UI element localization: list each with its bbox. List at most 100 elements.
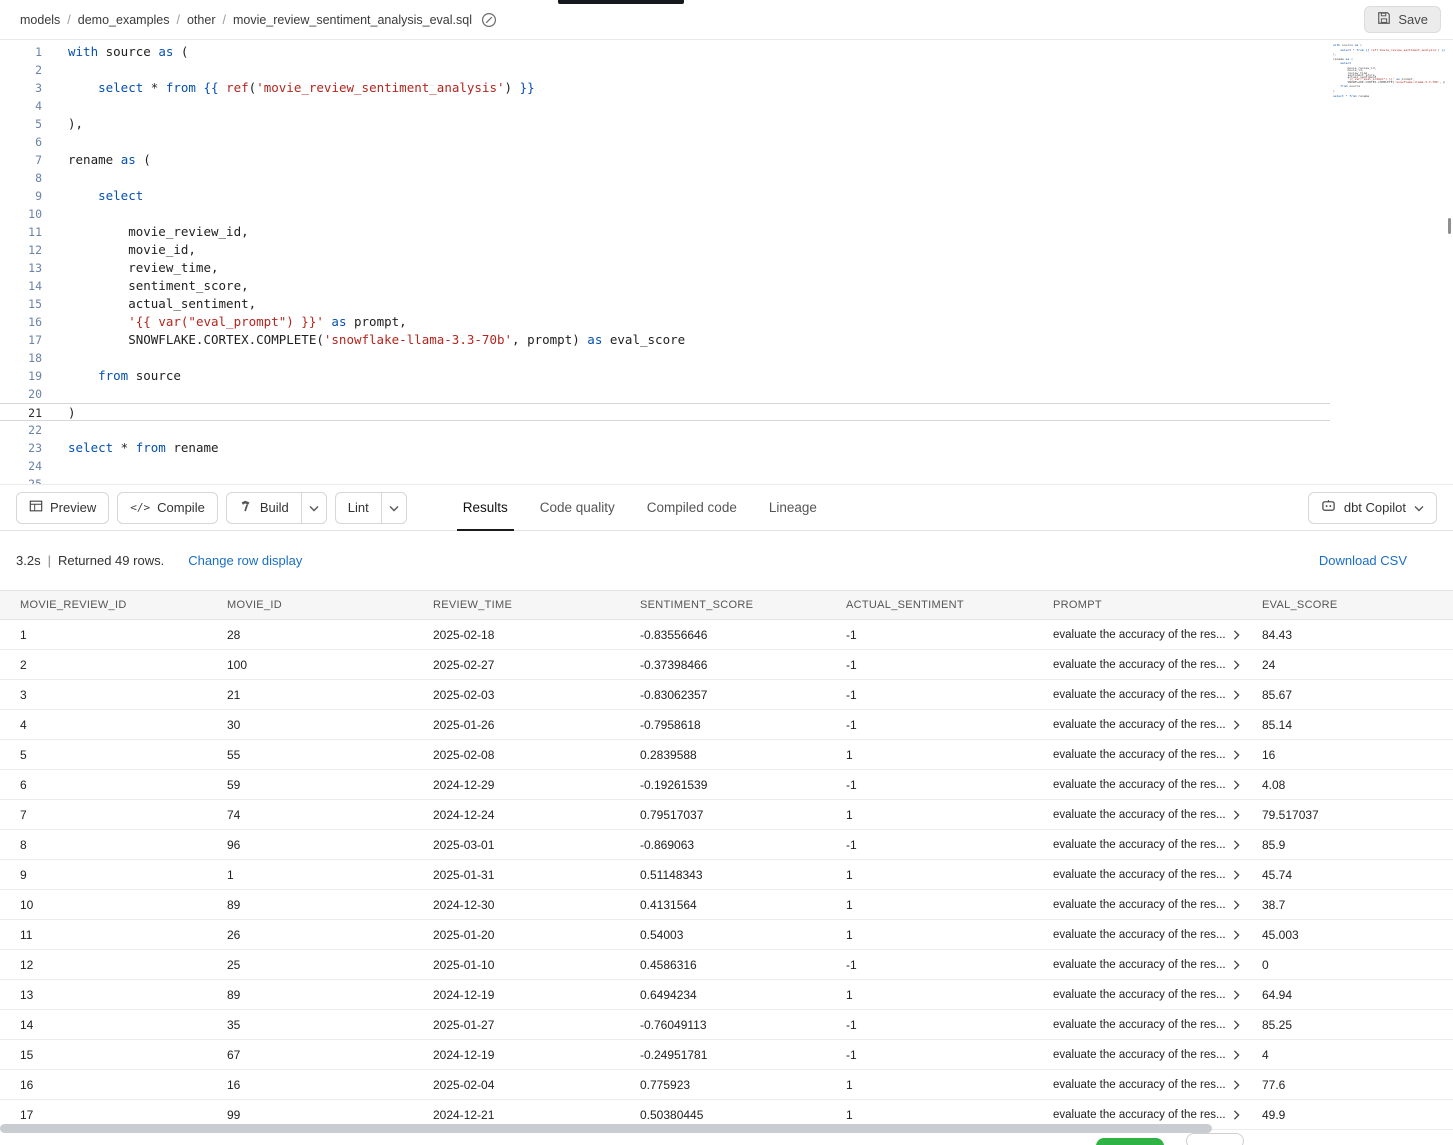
tab-lineage[interactable]: Lineage [753,485,833,530]
code-lines[interactable]: 1with source as (2 3 select * from {{ re… [0,43,1453,485]
column-header-prompt[interactable]: PROMPT [1033,599,1242,611]
bottom-green-button-partial[interactable] [1096,1138,1164,1145]
code-line[interactable]: 9 select [0,187,1453,205]
code-line[interactable]: 12 movie_id, [0,241,1453,259]
lint-button[interactable]: Lint [335,492,381,524]
lint-dropdown-button[interactable] [381,492,407,524]
chevron-right-icon[interactable] [1233,960,1240,970]
tab-code-quality[interactable]: Code quality [524,485,631,530]
breadcrumb-item[interactable]: other [187,13,216,27]
chevron-right-icon[interactable] [1233,810,1240,820]
cell-sentiment_score: 0.775923 [620,1078,826,1092]
tab-results[interactable]: Results [447,485,524,530]
column-header-sentiment_score[interactable]: SENTIMENT_SCORE [620,599,826,611]
column-header-actual_sentiment[interactable]: ACTUAL_SENTIMENT [826,599,1033,611]
code-line[interactable]: 23select * from rename [0,439,1453,457]
column-header-eval_score[interactable]: EVAL_SCORE [1242,599,1453,611]
chevron-right-icon[interactable] [1233,930,1240,940]
code-line[interactable]: 2 [0,61,1453,79]
chevron-right-icon[interactable] [1233,780,1240,790]
cell-sentiment_score: 0.4586316 [620,958,826,972]
code-line[interactable]: 5), [0,115,1453,133]
build-dropdown-button[interactable] [301,492,327,524]
bottom-white-button-partial[interactable] [1186,1133,1244,1145]
chevron-right-icon[interactable] [1233,840,1240,850]
code-line[interactable]: 24 [0,457,1453,475]
copilot-button-label: dbt Copilot [1344,500,1406,515]
cell-movie_id: 99 [207,1108,413,1122]
code-line[interactable]: 10 [0,205,1453,223]
chevron-right-icon[interactable] [1233,720,1240,730]
code-line[interactable]: 15 actual_sentiment, [0,295,1453,313]
build-button[interactable]: Build [226,492,301,524]
cell-eval_score: 49.9 [1242,1108,1453,1122]
code-line[interactable]: 22 [0,421,1453,439]
horizontal-scrollbar[interactable] [0,1124,1212,1133]
line-number: 25 [0,475,42,485]
code-line-text [42,385,76,403]
code-line[interactable]: 13 review_time, [0,259,1453,277]
chevron-right-icon[interactable] [1233,690,1240,700]
line-number: 12 [0,241,42,259]
chevron-right-icon[interactable] [1233,750,1240,760]
cell-sentiment_score: -0.19261539 [620,778,826,792]
code-line[interactable]: 21) [0,403,1330,421]
minimap[interactable]: with source as ( select * from {{ ref('m… [1333,44,1445,101]
save-button[interactable]: Save [1364,6,1441,33]
cell-movie_review_id: 5 [0,748,207,762]
chevron-right-icon[interactable] [1233,1110,1240,1120]
cell-actual_sentiment: -1 [826,658,1033,672]
cell-eval_score: 85.67 [1242,688,1453,702]
column-header-movie_id[interactable]: MOVIE_ID [207,599,413,611]
change-row-display-link[interactable]: Change row display [188,553,302,568]
code-line[interactable]: 18 [0,349,1453,367]
compile-button[interactable]: </> Compile [117,492,218,524]
chevron-right-icon[interactable] [1233,1080,1240,1090]
breadcrumb-item[interactable]: demo_examples [78,13,170,27]
prompt-preview-text: evaluate the accuracy of the res... [1053,1049,1226,1061]
dbt-copilot-button[interactable]: dbt Copilot [1308,492,1437,524]
code-line[interactable]: 16 '{{ var("eval_prompt") }}' as prompt, [0,313,1453,331]
cell-sentiment_score: 0.54003 [620,928,826,942]
column-header-review_time[interactable]: REVIEW_TIME [413,599,620,611]
tab-compiled-code[interactable]: Compiled code [631,485,753,530]
line-number: 17 [0,331,42,349]
download-csv-link[interactable]: Download CSV [1319,553,1407,568]
prompt-preview-text: evaluate the accuracy of the res... [1053,719,1226,731]
code-line-text: with source as ( [42,43,188,61]
code-line[interactable]: 20 [0,385,1453,403]
code-line[interactable]: 7rename as ( [0,151,1453,169]
chevron-right-icon[interactable] [1233,1050,1240,1060]
editor-scrollbar[interactable] [1448,218,1451,234]
code-line-text: movie_id, [42,241,196,259]
breadcrumb-item[interactable]: movie_review_sentiment_analysis_eval.sql [233,13,472,27]
chevron-right-icon[interactable] [1233,630,1240,640]
line-number: 2 [0,61,42,79]
cell-review_time: 2024-12-19 [413,988,620,1002]
code-line[interactable]: 17 SNOWFLAKE.CORTEX.COMPLETE('snowflake-… [0,331,1453,349]
column-header-movie_review_id[interactable]: MOVIE_REVIEW_ID [0,599,207,611]
code-line[interactable]: 3 select * from {{ ref('movie_review_sen… [0,79,1453,97]
read-only-icon[interactable] [481,12,497,28]
chevron-right-icon[interactable] [1233,870,1240,880]
cell-review_time: 2024-12-29 [413,778,620,792]
chevron-right-icon[interactable] [1233,1020,1240,1030]
code-line[interactable]: 19 from source [0,367,1453,385]
code-line[interactable]: 6 [0,133,1453,151]
preview-button[interactable]: Preview [16,492,109,524]
cell-movie_id: 26 [207,928,413,942]
code-line[interactable]: 4 [0,97,1453,115]
chevron-right-icon[interactable] [1233,660,1240,670]
code-editor[interactable]: 1with source as (2 3 select * from {{ re… [0,40,1453,485]
code-line-text [42,349,76,367]
chevron-right-icon[interactable] [1233,900,1240,910]
chevron-right-icon[interactable] [1233,990,1240,1000]
code-line[interactable]: 1with source as ( [0,43,1453,61]
cell-prompt: evaluate the accuracy of the res... [1033,899,1242,911]
breadcrumb-item[interactable]: models [20,13,60,27]
code-line[interactable]: 11 movie_review_id, [0,223,1453,241]
code-line[interactable]: 8 [0,169,1453,187]
code-line[interactable]: 14 sentiment_score, [0,277,1453,295]
prompt-preview-text: evaluate the accuracy of the res... [1053,839,1226,851]
code-line[interactable]: 25 [0,475,1453,485]
